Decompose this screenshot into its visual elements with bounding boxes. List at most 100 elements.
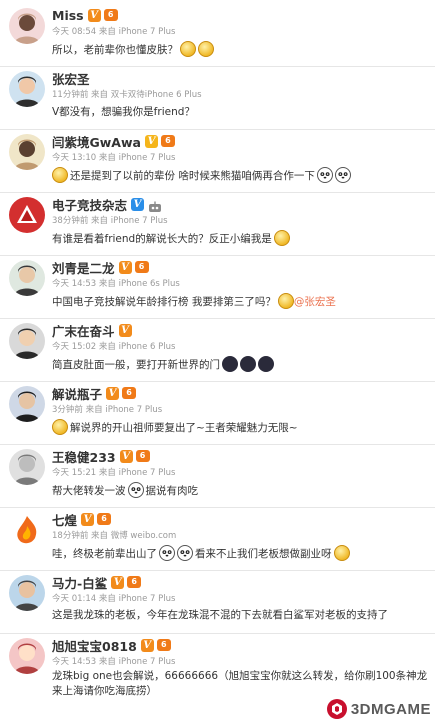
verified-badge-icon: V	[118, 323, 132, 337]
comment-source: 来自 iPhone 6 Plus	[98, 342, 176, 352]
avatar[interactable]	[9, 638, 45, 674]
comment-source: 来自 iPhone 7 Plus	[98, 594, 176, 604]
gold-emoji-icon	[52, 167, 68, 183]
user-level-badge: 6	[127, 576, 142, 588]
avatar[interactable]	[9, 512, 45, 548]
comment-text: 这是我龙珠的老板，今年在龙珠混不混的下去就看白鲨军对老板的支持了	[52, 608, 428, 623]
comment-meta: 今天 13:10 来自 iPhone 7 Plus	[52, 151, 175, 163]
comment-item[interactable]: 七煌 V 6 18分钟前 来自 微博 weibo.com 哇，终极老前辈出山了 看来不止我…	[0, 508, 435, 571]
comment-text: 简直皮肚面一般，要打开新世界的门	[52, 356, 428, 372]
user-level-badge: 6	[134, 261, 149, 273]
panda-emoji-icon	[334, 167, 351, 183]
comment-text: V都没有，想骗我你是friend？	[52, 104, 428, 119]
user-line: 电子竞技杂志 V	[52, 195, 162, 213]
verified-badge-icon: V	[119, 449, 133, 463]
comment-source: 来自 iPhone 7 Plus	[91, 216, 168, 226]
comment-text: 哇，终极老前辈出山了 看来不止我们老板想做副业呀	[52, 545, 428, 561]
comment-item[interactable]: 张宏圣V11分钟前 来自 双卡双待iPhone 6 PlusV都没有，想骗我你是…	[0, 67, 435, 130]
3dm-logo-icon	[326, 699, 347, 719]
comment-item[interactable]: 马力-白鲨 V 6 今天 01:14 来自 iPhone 7 Plus 这是我龙珠的老板…	[0, 571, 435, 634]
user-level-badge: 6	[122, 387, 137, 399]
verified-badge-icon: V	[140, 638, 154, 652]
avatar[interactable]	[9, 71, 45, 107]
comment-body: 帮大佬转发一波	[52, 484, 126, 497]
username[interactable]: 广末在奋斗	[52, 321, 115, 340]
comment-time: 今天 14:53	[52, 657, 97, 667]
user-line: 广末在奋斗 V	[52, 321, 132, 339]
verified-badge-icon: V	[118, 260, 132, 274]
comment-body: V都没有，想骗我你是friend？	[52, 106, 195, 118]
username[interactable]: 解说瓶子	[52, 384, 102, 403]
comment-meta: 今天 15:21 来自 iPhone 7 Plus	[52, 466, 175, 478]
comment-item[interactable]: 电子竞技杂志 V 38分钟前 来自 iPhone 7 Plus 有谁是看着friend…	[0, 193, 435, 256]
comment-source: 来自 iPhone 7 Plus	[85, 405, 163, 415]
comment-meta: 今天 08:54 来自 iPhone 7 Plus	[52, 25, 175, 37]
gold-emoji-icon	[198, 41, 214, 57]
avatar[interactable]	[9, 197, 45, 233]
comment-meta: 今天 14:53 来自 iPhone 6s Plus	[52, 277, 180, 289]
comment-source: 来自 iPhone 6s Plus	[98, 279, 180, 289]
comment-source: 来自 双卡双待iPhone 6 Plus	[91, 90, 202, 100]
avatar[interactable]	[9, 386, 45, 422]
username[interactable]: 刘青是二龙	[52, 258, 115, 277]
user-level-badge: 6	[160, 135, 175, 147]
username[interactable]: 张宏圣	[52, 69, 90, 88]
avatar[interactable]	[9, 260, 45, 296]
avatar[interactable]	[9, 134, 45, 170]
comment-item[interactable]: 广末在奋斗 V 今天 15:02 来自 iPhone 6 Plus 简直皮肚面一般，要…	[0, 319, 435, 382]
comment-meta: 11分钟前 来自 双卡双待iPhone 6 Plus	[52, 88, 202, 100]
verified-badge-icon: V	[106, 386, 120, 400]
comment-meta: 38分钟前 来自 iPhone 7 Plus	[52, 214, 168, 226]
watermark: 3DMGAME	[326, 696, 431, 722]
username[interactable]: 闫紫境GwAwa	[52, 132, 141, 151]
comment-source: 来自 iPhone 7 Plus	[98, 657, 176, 667]
username[interactable]: 旭旭宝宝0818	[52, 636, 137, 655]
gold-emoji-icon	[52, 419, 68, 435]
username[interactable]: 王稳健233	[52, 447, 116, 466]
comment-item[interactable]: 刘青是二龙 V 6 今天 14:53 来自 iPhone 6s Plus 中国电子竞技解…	[0, 256, 435, 319]
comment-body-cont: 据说有肉吃	[145, 484, 199, 497]
panda-emoji-icon	[316, 167, 333, 183]
user-line: 刘青是二龙 V 6	[52, 258, 149, 276]
username[interactable]: 七煌	[52, 510, 77, 529]
comment-item[interactable]: 闫紫境GwAwa V 6 今天 13:10 来自 iPhone 7 Plus 还是提到了…	[0, 130, 435, 193]
panda-emoji-icon	[127, 482, 144, 498]
comment-text: 所以，老前辈你也懂皮肤？	[52, 41, 428, 57]
username[interactable]: 电子竞技杂志	[52, 195, 127, 214]
avatar[interactable]	[9, 449, 45, 485]
username[interactable]: 马力-白鲨	[52, 573, 107, 592]
verified-badge-icon: V	[131, 197, 145, 211]
comment-item[interactable]: 旭旭宝宝0818 V 6 今天 14:53 来自 iPhone 7 Plus 龙珠big…	[0, 634, 435, 697]
comment-body-cont: 看来不止我们老板想做副业呀	[195, 547, 332, 560]
comment-meta: 今天 14:53 来自 iPhone 7 Plus	[52, 655, 175, 667]
username[interactable]: Miss	[52, 8, 84, 23]
comment-time: 今天 01:14	[52, 594, 97, 604]
comment-body: 还是提到了以前的辈份 啥时候来熊猫咱俩再合作一下	[70, 169, 315, 182]
comment-item[interactable]: 王稳健233 V 6 今天 15:21 来自 iPhone 7 Plus 帮大佬转发一波…	[0, 445, 435, 508]
verified-badge-icon: V	[144, 134, 158, 148]
avatar[interactable]	[9, 8, 45, 44]
user-line: 王稳健233 V 6	[52, 447, 150, 465]
comment-text: 解说界的开山祖师要复出了~王者荣耀魅力无限~	[52, 419, 428, 435]
comment-text: 还是提到了以前的辈份 啥时候来熊猫咱俩再合作一下	[52, 167, 428, 183]
avatar[interactable]	[9, 323, 45, 359]
avatar[interactable]	[9, 575, 45, 611]
comment-text: 龙珠big one也会解说，66666666（旭旭宝宝你就这么转发，给你刷100…	[52, 669, 428, 699]
comment-item[interactable]: 解说瓶子 V 6 3分钟前 来自 iPhone 7 Plus 解说界的开山祖师要复出了~…	[0, 382, 435, 445]
comment-text: 有谁是看着friend的解说长大的？反正小编我是	[52, 230, 428, 246]
verified-badge-icon: V	[81, 512, 95, 526]
comment-time: 今天 13:10	[52, 153, 97, 163]
dark-emoji-icon	[222, 356, 238, 372]
comment-time: 11分钟前	[52, 90, 89, 100]
comment-meta: 今天 15:02 来自 iPhone 6 Plus	[52, 340, 175, 352]
gold-emoji-icon	[180, 41, 196, 57]
user-level-badge: 6	[97, 513, 112, 525]
comment-item[interactable]: Miss V 6 今天 08:54 来自 iPhone 7 Plus 所以，老前辈你也懂…	[0, 4, 435, 67]
comment-source: 来自 iPhone 7 Plus	[98, 153, 176, 163]
comment-meta: 18分钟前 来自 微博 weibo.com	[52, 529, 176, 541]
panda-emoji-icon	[159, 545, 175, 561]
user-line: 闫紫境GwAwa V 6	[52, 132, 175, 150]
mention-link[interactable]: @张宏圣	[294, 294, 336, 309]
comment-time: 今天 14:53	[52, 279, 97, 289]
user-line: 旭旭宝宝0818 V 6	[52, 636, 171, 654]
